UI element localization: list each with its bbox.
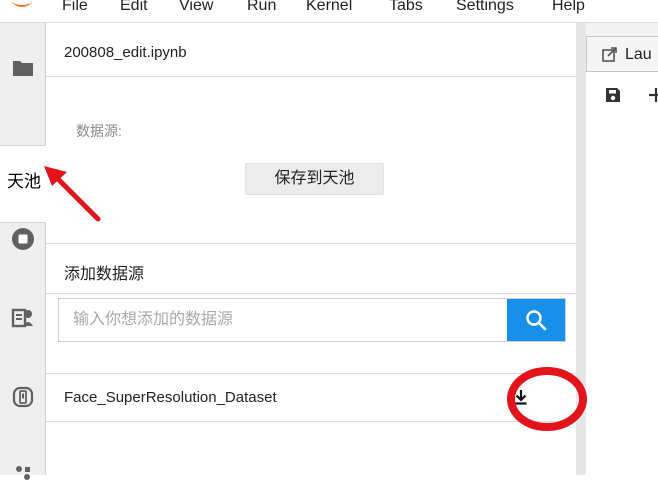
sidebar-item-tabs[interactable] — [0, 377, 45, 417]
notebook-body — [586, 119, 658, 475]
sidebar-item-tianchi[interactable]: 天池 — [0, 145, 46, 223]
add-data-source-title: 添加数据源 — [64, 266, 145, 283]
divider — [46, 293, 576, 294]
download-button[interactable] — [508, 383, 534, 411]
menu-edit[interactable]: Edit — [120, 0, 148, 17]
menu-bar: File Edit View Run Kernel Tabs Settings … — [0, 0, 658, 23]
menu-run[interactable]: Run — [247, 0, 276, 17]
divider — [46, 373, 576, 374]
extension-icon — [15, 466, 30, 480]
sidebar-item-file-browser[interactable] — [0, 48, 45, 88]
sidebar-item-extensions[interactable] — [0, 451, 45, 491]
launch-icon — [602, 47, 617, 62]
download-icon — [515, 390, 527, 405]
sidebar-item-running[interactable] — [0, 219, 45, 259]
folder-icon — [12, 61, 33, 76]
left-sidebar: 天池 — [0, 23, 46, 480]
search-icon — [526, 310, 547, 331]
stop-circle-icon — [11, 228, 34, 250]
save-to-tianchi-button[interactable]: 保存到天池 — [245, 163, 384, 195]
menu-settings[interactable]: Settings — [456, 0, 514, 17]
plus-icon[interactable] — [648, 87, 658, 103]
menu-kernel[interactable]: Kernel — [306, 0, 352, 17]
divider — [46, 76, 576, 77]
tab-label: Lau — [625, 46, 652, 63]
search-input[interactable] — [59, 299, 518, 341]
panel-splitter[interactable] — [576, 23, 586, 475]
notebook-toolbar — [586, 72, 658, 120]
notebook-name: 200808_edit.ipynb — [64, 44, 187, 61]
divider — [46, 421, 576, 422]
data-source-label: 数据源: — [76, 123, 122, 139]
menu-view[interactable]: View — [179, 0, 213, 17]
palette-icon — [11, 308, 33, 328]
tianchi-panel: 200808_edit.ipynb 数据源: 保存到天池 添加数据源 Face_… — [46, 23, 577, 475]
jupyter-logo-icon — [11, 2, 33, 7]
tab-icon — [12, 386, 33, 408]
menu-file[interactable]: File — [62, 0, 88, 17]
search-button[interactable] — [507, 299, 565, 341]
search-box — [58, 298, 566, 342]
sidebar-item-commands[interactable] — [0, 298, 45, 338]
divider — [46, 243, 576, 244]
save-icon[interactable] — [605, 87, 621, 103]
dataset-name: Face_SuperResolution_Dataset — [64, 389, 277, 406]
main-dock-area: Lau — [586, 23, 658, 475]
menu-help[interactable]: Help — [552, 0, 585, 17]
tab-launcher[interactable]: Lau — [586, 36, 658, 72]
sidebar-item-label: 天池 — [7, 172, 41, 191]
menu-tabs[interactable]: Tabs — [389, 0, 423, 17]
